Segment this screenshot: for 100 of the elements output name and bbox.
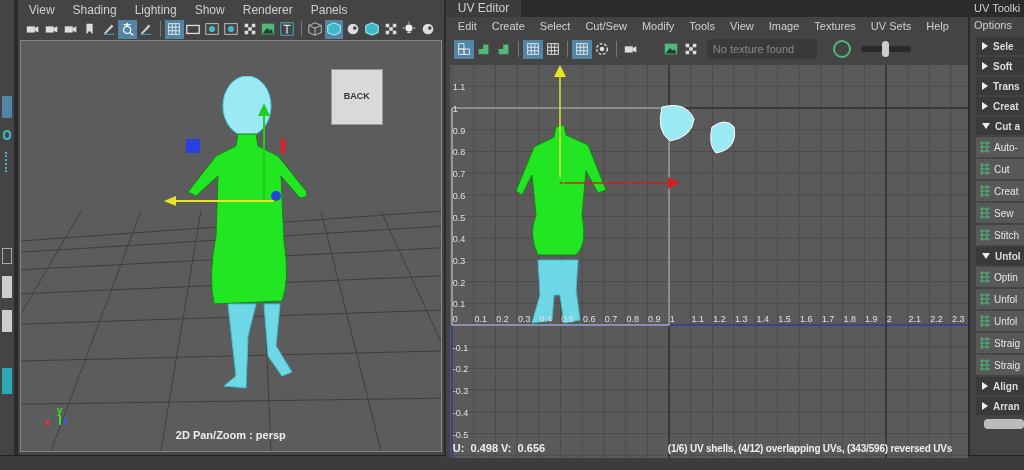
- horizontal-scrollbar[interactable]: [984, 419, 1024, 429]
- u-axis-label: 1.4: [756, 313, 770, 326]
- u-axis-label: 2.1: [908, 313, 921, 326]
- tool-button[interactable]: Unfol: [976, 311, 1024, 331]
- menu-item[interactable]: Select: [539, 18, 571, 35]
- u-axis-label: 0.3: [517, 313, 531, 326]
- slider-thumb[interactable]: [882, 41, 890, 57]
- exposure-slider[interactable]: [860, 41, 911, 57]
- grid-icon[interactable]: [522, 39, 543, 59]
- texture-field[interactable]: No texture found: [706, 39, 817, 59]
- cube-icon[interactable]: [324, 19, 344, 39]
- layout-icon[interactable]: [1, 276, 12, 298]
- expanded-caret-icon: [982, 253, 990, 259]
- collapsed-caret-icon: [982, 402, 988, 410]
- menu-item[interactable]: Create: [491, 18, 525, 35]
- section-header[interactable]: Creat: [976, 97, 1024, 115]
- u-axis-label: 2: [886, 313, 892, 326]
- camera-label: 2D Pan/Zoom : persp: [175, 427, 286, 443]
- menu-item[interactable]: Cut/Sew: [585, 18, 627, 35]
- scale-tool-icon[interactable]: [4, 152, 9, 172]
- u-axis-label: 0: [452, 313, 458, 326]
- v-axis-label: 0.8: [452, 146, 466, 160]
- section-header[interactable]: Arran: [976, 397, 1024, 415]
- menu-item[interactable]: Options: [970, 17, 1024, 34]
- u-axis-label: 0.2: [496, 313, 509, 326]
- collapsed-caret-icon: [982, 102, 988, 110]
- move-tool-icon[interactable]: [1, 96, 12, 118]
- section-header[interactable]: Soft: [976, 57, 1024, 75]
- tool-button[interactable]: Straig: [976, 355, 1024, 375]
- menu-item[interactable]: Help: [926, 18, 949, 35]
- grid-icon[interactable]: [164, 19, 184, 39]
- menu-item[interactable]: Tools: [689, 18, 716, 35]
- menu-item[interactable]: Panels: [310, 1, 348, 19]
- menu-item[interactable]: View: [28, 1, 55, 19]
- tool-button[interactable]: Auto-: [976, 137, 1024, 157]
- grid-icon[interactable]: [571, 39, 592, 59]
- tool-button[interactable]: Optin: [976, 267, 1024, 287]
- view-cube[interactable]: BACK: [330, 69, 383, 125]
- section-header[interactable]: Align: [976, 377, 1024, 395]
- v-axis-label: 0.6: [452, 189, 466, 203]
- tool-icon: [978, 270, 992, 284]
- tool-icon: [978, 162, 992, 176]
- rgb-channel-icon[interactable]: [832, 40, 851, 58]
- menu-item[interactable]: Renderer: [242, 1, 293, 19]
- u-axis-label: 1.3: [734, 313, 748, 326]
- axis-label: z: [62, 414, 68, 428]
- tool-icon: [978, 206, 992, 220]
- panel-tab[interactable]: UV Editor: [445, 0, 522, 17]
- tool-icon: [978, 292, 992, 306]
- axis-label: x: [44, 416, 51, 430]
- collapsed-caret-icon: [982, 382, 988, 390]
- pan-zoom-icon[interactable]: [118, 19, 137, 39]
- rotate-tool-icon[interactable]: [2, 130, 11, 140]
- layout-icon[interactable]: [1, 310, 12, 332]
- tool-button[interactable]: Stitch: [976, 225, 1024, 245]
- u-axis-label: 1.8: [843, 313, 856, 326]
- script-editor-icon[interactable]: [1, 368, 12, 394]
- menu-item[interactable]: Modify: [641, 18, 675, 35]
- menu-item[interactable]: UV Sets: [870, 18, 912, 35]
- u-axis-label: 0.6: [583, 313, 596, 326]
- u-axis-label: 1: [669, 313, 675, 326]
- menu-item[interactable]: Show: [194, 1, 225, 19]
- section-header[interactable]: Trans: [976, 77, 1024, 95]
- tool-icon: [978, 228, 992, 242]
- tool-icon: [978, 336, 992, 350]
- tool-button[interactable]: Unfol: [976, 289, 1024, 309]
- u-axis-label: 1.2: [713, 313, 726, 326]
- menu-item[interactable]: Lighting: [134, 1, 177, 19]
- view-cube-label: BACK: [343, 90, 370, 104]
- expanded-caret-icon: [982, 123, 990, 129]
- tool-icon: [978, 358, 992, 372]
- layout-icon[interactable]: [1, 248, 12, 264]
- menu-item[interactable]: Textures: [814, 18, 856, 35]
- v-axis-label: -0.1: [452, 341, 469, 355]
- axis-gizmo-icon: [58, 415, 61, 425]
- tool-button[interactable]: Cut: [976, 159, 1024, 179]
- u-axis-label: 0.7: [604, 313, 618, 326]
- wireframe-cube-icon[interactable]: [305, 19, 325, 39]
- title-safe-icon[interactable]: [277, 19, 297, 39]
- section-header[interactable]: Sele: [976, 37, 1024, 55]
- menu-item[interactable]: View: [730, 18, 754, 35]
- v-axis-label: 1.1: [452, 81, 466, 95]
- tool-icon: [978, 140, 992, 154]
- menu-item[interactable]: Edit: [457, 18, 477, 35]
- menu-item[interactable]: Shading: [72, 1, 117, 19]
- u-axis-label: 0.8: [626, 313, 639, 326]
- tool-button[interactable]: Straig: [976, 333, 1024, 353]
- section-header[interactable]: Cut a: [976, 117, 1024, 135]
- u-axis-label: 0.1: [474, 313, 487, 326]
- section-header[interactable]: Unfol: [976, 247, 1024, 265]
- v-axis-label: 0.5: [452, 211, 466, 225]
- tool-button[interactable]: Sew: [976, 203, 1024, 223]
- u-axis-label: 1.9: [865, 313, 878, 326]
- v-axis-label: 0.7: [452, 168, 466, 182]
- tool-button[interactable]: Creat: [976, 181, 1024, 201]
- menu-item[interactable]: Image: [768, 18, 800, 35]
- collapsed-caret-icon: [982, 82, 988, 90]
- uv-statistics: (1/6) UV shells, (4/12) overlapping UVs, (343/596) reversed UVs: [667, 442, 952, 456]
- u-axis-label: 1.1: [691, 313, 704, 326]
- layout-icon[interactable]: [453, 39, 474, 59]
